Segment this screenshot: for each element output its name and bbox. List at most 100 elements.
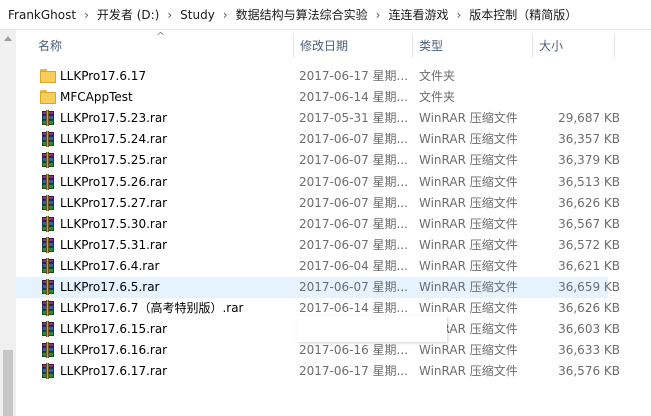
column-header-date[interactable]: 修改日期	[294, 30, 411, 62]
file-modified-date: 2017-06-07 星期...	[299, 216, 408, 231]
file-type: WinRAR 压缩文件	[419, 174, 518, 189]
file-size: 36,626 KB	[558, 301, 620, 316]
column-header-type[interactable]: 类型	[413, 30, 531, 62]
breadcrumb-item-game[interactable]: 连连看游戏	[388, 6, 448, 23]
file-size: 36,513 KB	[558, 174, 620, 189]
file-row[interactable]: LLKPro17.5.31.rar 2017-06-07 星期... WinRAR …	[16, 235, 620, 256]
breadcrumb-separator-icon[interactable]: ›	[167, 8, 172, 22]
winrar-archive-icon	[40, 321, 56, 338]
file-type: WinRAR 压缩文件	[419, 343, 518, 358]
column-header-size-label: 大小	[539, 39, 564, 53]
file-modified-date: 2017-06-07 星期...	[299, 195, 408, 210]
file-name: LLKPro17.5.24.rar	[60, 132, 168, 147]
file-size: 36,659 KB	[558, 280, 620, 294]
winrar-archive-icon	[40, 363, 56, 380]
scroll-up-arrow-icon[interactable]	[4, 36, 12, 41]
file-size: 36,572 KB	[558, 237, 620, 252]
file-type: WinRAR 压缩文件	[419, 364, 518, 379]
file-row[interactable]: LLKPro17.5.25.rar 2017-06-07 星期... WinRAR …	[16, 150, 620, 171]
file-type: 文件夹	[419, 69, 456, 83]
breadcrumb-separator-icon[interactable]: ›	[376, 8, 381, 22]
column-header-name-label: 名称	[38, 39, 63, 53]
column-header-date-label: 修改日期	[300, 39, 349, 53]
folder-icon	[40, 89, 56, 105]
breadcrumb-separator-icon[interactable]: ›	[223, 8, 228, 22]
file-size: 36,633 KB	[558, 343, 620, 358]
file-type: WinRAR 压缩文件	[419, 132, 518, 147]
file-size: 36,626 KB	[558, 195, 620, 210]
file-size	[534, 66, 620, 87]
file-modified-date: 2017-06-14 星期...	[299, 90, 408, 105]
winrar-archive-icon	[40, 110, 56, 127]
file-size	[534, 87, 620, 108]
file-type: WinRAR 压缩文件	[419, 237, 518, 252]
file-size: 36,357 KB	[558, 132, 620, 147]
winrar-archive-icon	[40, 152, 56, 169]
file-row[interactable]: LLKPro17.6.16.rar 2017-06-16 星期... WinRAR …	[16, 340, 620, 361]
winrar-archive-icon	[40, 257, 56, 274]
breadcrumb: FrankGhost › 开发者 (D:) › Study › 数据结构与算法综…	[0, 0, 651, 30]
file-row[interactable]: MFCAppTest 2017-06-14 星期... 文件夹	[16, 87, 608, 108]
file-name: LLKPro17.6.17	[60, 69, 147, 83]
file-size: 36,603 KB	[558, 322, 620, 337]
file-size: 36,576 KB	[558, 364, 620, 379]
file-name: MFCAppTest	[60, 90, 133, 105]
file-row[interactable]: LLKPro17.6.5.rar 2017-06-07 星期... WinRAR 压…	[16, 277, 620, 298]
file-row[interactable]: LLKPro17.5.24.rar 2017-06-07 星期... WinRAR …	[16, 129, 620, 150]
file-modified-date: 2017-06-17 星期...	[299, 364, 408, 379]
file-name: LLKPro17.6.5.rar	[60, 280, 160, 294]
navigation-pane-scrollbar[interactable]	[0, 30, 16, 416]
file-modified-date: 2017-06-04 星期...	[299, 258, 408, 273]
file-modified-date: 2017-06-16 星期...	[299, 343, 408, 358]
tooltip-shadow	[297, 316, 447, 342]
file-name: LLKPro17.5.26.rar	[60, 174, 168, 189]
file-row[interactable]: LLKPro17.5.30.rar 2017-06-07 星期... WinRAR …	[16, 214, 620, 235]
file-row[interactable]: LLKPro17.5.27.rar 2017-06-07 星期... WinRAR …	[16, 193, 620, 214]
column-header-size[interactable]: 大小	[533, 30, 613, 62]
winrar-archive-icon	[40, 131, 56, 148]
column-divider[interactable]	[614, 34, 615, 58]
breadcrumb-item-frankghost[interactable]: FrankGhost	[8, 8, 76, 22]
breadcrumb-item-drive[interactable]: 开发者 (D:)	[97, 6, 159, 23]
breadcrumb-separator-icon[interactable]: ›	[456, 8, 461, 22]
file-size: 36,379 KB	[558, 153, 620, 168]
file-name: LLKPro17.5.23.rar	[60, 111, 168, 126]
file-name: LLKPro17.5.30.rar	[60, 216, 168, 231]
file-row[interactable]: LLKPro17.6.17 2017-06-17 星期... 文件夹	[16, 66, 608, 87]
column-header-type-label: 类型	[419, 39, 444, 53]
file-row[interactable]: LLKPro17.6.4.rar 2017-06-04 星期... WinRAR 压…	[16, 256, 620, 277]
file-size: 29,687 KB	[558, 111, 620, 126]
file-modified-date: 2017-06-07 星期...	[299, 174, 408, 189]
file-name: LLKPro17.6.15.rar	[60, 322, 168, 337]
file-name: LLKPro17.6.4.rar	[60, 258, 160, 273]
winrar-archive-icon	[40, 279, 56, 295]
file-modified-date: 2017-06-07 星期...	[299, 153, 408, 168]
file-name: LLKPro17.5.25.rar	[60, 153, 168, 168]
file-name: LLKPro17.5.31.rar	[60, 237, 168, 252]
file-modified-date: 2017-06-07 星期...	[299, 237, 408, 252]
file-size: 36,567 KB	[558, 216, 620, 231]
winrar-archive-icon	[40, 342, 56, 359]
file-name: LLKPro17.6.7（高考特别版）.rar	[60, 301, 244, 316]
file-type: WinRAR 压缩文件	[419, 258, 518, 273]
file-size: 36,621 KB	[558, 258, 620, 273]
file-row[interactable]: LLKPro17.5.26.rar 2017-06-07 星期... WinRAR …	[16, 172, 620, 193]
breadcrumb-item-study[interactable]: Study	[180, 8, 215, 22]
scrollbar-thumb[interactable]	[3, 350, 13, 416]
file-modified-date: 2017-05-31 星期...	[299, 111, 408, 126]
file-name: LLKPro17.6.16.rar	[60, 343, 168, 358]
breadcrumb-item-course[interactable]: 数据结构与算法综合实验	[236, 6, 368, 23]
file-row[interactable]: LLKPro17.5.23.rar 2017-05-31 星期... WinRAR …	[16, 108, 620, 129]
file-type: WinRAR 压缩文件	[419, 195, 518, 210]
file-row[interactable]: LLKPro17.6.17.rar 2017-06-17 星期... WinRAR …	[16, 361, 620, 382]
winrar-archive-icon	[40, 194, 56, 211]
file-type: WinRAR 压缩文件	[419, 280, 518, 294]
file-type: WinRAR 压缩文件	[419, 216, 518, 231]
winrar-archive-icon	[40, 215, 56, 232]
file-modified-date: 2017-06-07 星期...	[299, 132, 408, 147]
file-modified-date: 2017-06-17 星期...	[299, 69, 408, 83]
winrar-archive-icon	[40, 236, 56, 253]
breadcrumb-item-version-control[interactable]: 版本控制（精简版）	[469, 6, 577, 23]
file-type: WinRAR 压缩文件	[419, 153, 518, 168]
breadcrumb-separator-icon[interactable]: ›	[84, 8, 89, 22]
